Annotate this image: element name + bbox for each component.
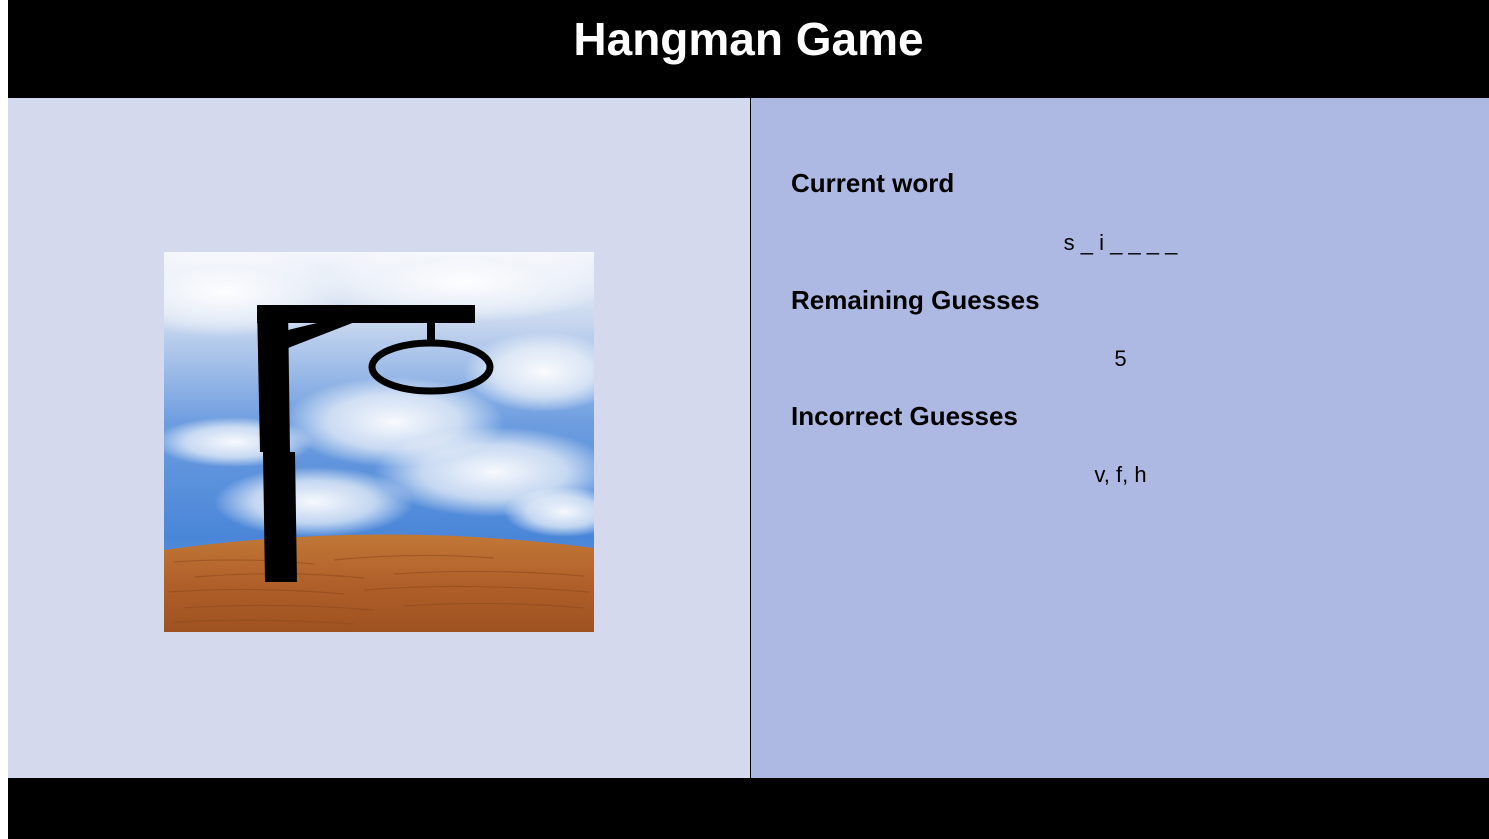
remaining-guesses-heading: Remaining Guesses <box>791 285 1040 315</box>
footer-bar <box>8 778 1489 839</box>
ground <box>164 534 594 632</box>
page-title: Hangman Game <box>573 13 924 65</box>
gallows-icon <box>164 252 594 632</box>
incorrect-guesses-list: v, f, h <box>1094 462 1147 487</box>
current-word-heading: Current word <box>791 168 955 198</box>
header-bar: Hangman Game <box>8 0 1489 98</box>
hangman-page: Hangman Game Current word s _ i _ _ _ _ … <box>8 0 1489 839</box>
gallows-panel <box>8 98 750 778</box>
current-word-display: s _ i _ _ _ _ <box>1063 230 1178 255</box>
remaining-guesses-count: 5 <box>1114 346 1127 371</box>
incorrect-guesses-heading: Incorrect Guesses <box>791 401 1018 431</box>
game-status-panel: Current word s _ i _ _ _ _ Remaining Gue… <box>750 98 1489 778</box>
